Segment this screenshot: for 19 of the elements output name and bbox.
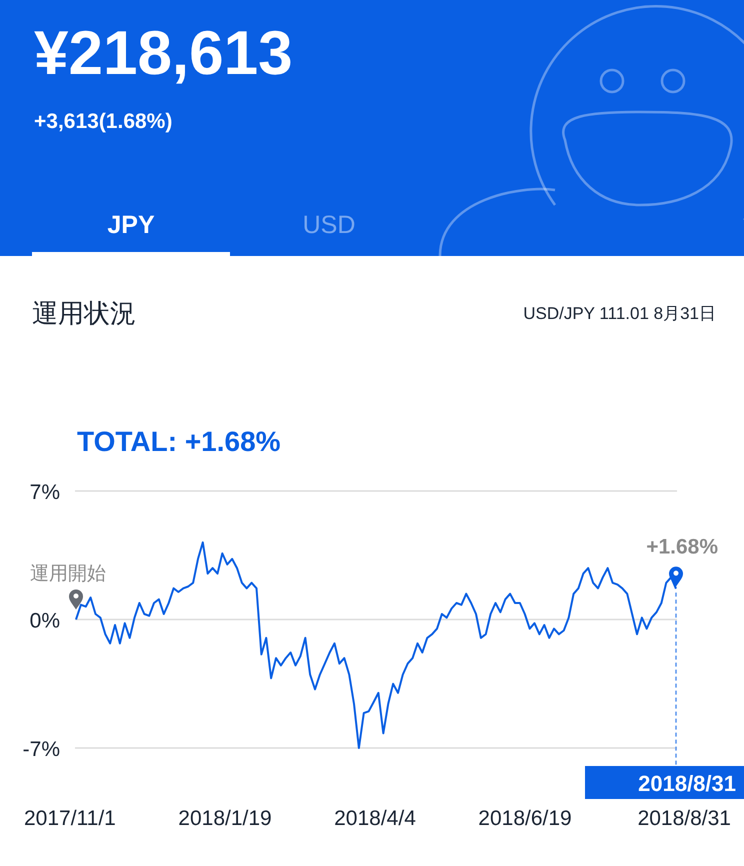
date-callout: 2018/8/31 [585, 766, 744, 799]
balance-amount: ¥218,613 [34, 18, 293, 90]
y-axis-label: -7% [22, 738, 60, 761]
balance-change: +3,613(1.68%) [34, 110, 172, 134]
location-pin-icon [69, 590, 83, 610]
start-label: 運用開始 [30, 564, 106, 584]
y-axis-label: 0% [30, 610, 60, 632]
exchange-rate: USD/JPY 111.01 8月31日 [523, 303, 716, 325]
end-value-label: +1.68% [646, 536, 718, 559]
location-pin-icon [669, 566, 683, 587]
y-axis-label: 7% [30, 481, 60, 504]
x-axis-label: 2017/11/1 [24, 807, 116, 830]
section-title: 運用状況 [32, 297, 136, 330]
x-axis-label: 2018/4/4 [334, 807, 416, 830]
x-axis-label: 2018/6/19 [478, 807, 572, 830]
x-axis-label: 2018/1/19 [178, 807, 272, 830]
currency-tab[interactable]: JPY [32, 198, 230, 256]
total-return: TOTAL: +1.68% [77, 426, 281, 458]
x-axis-label: 2018/8/31 [638, 807, 731, 830]
